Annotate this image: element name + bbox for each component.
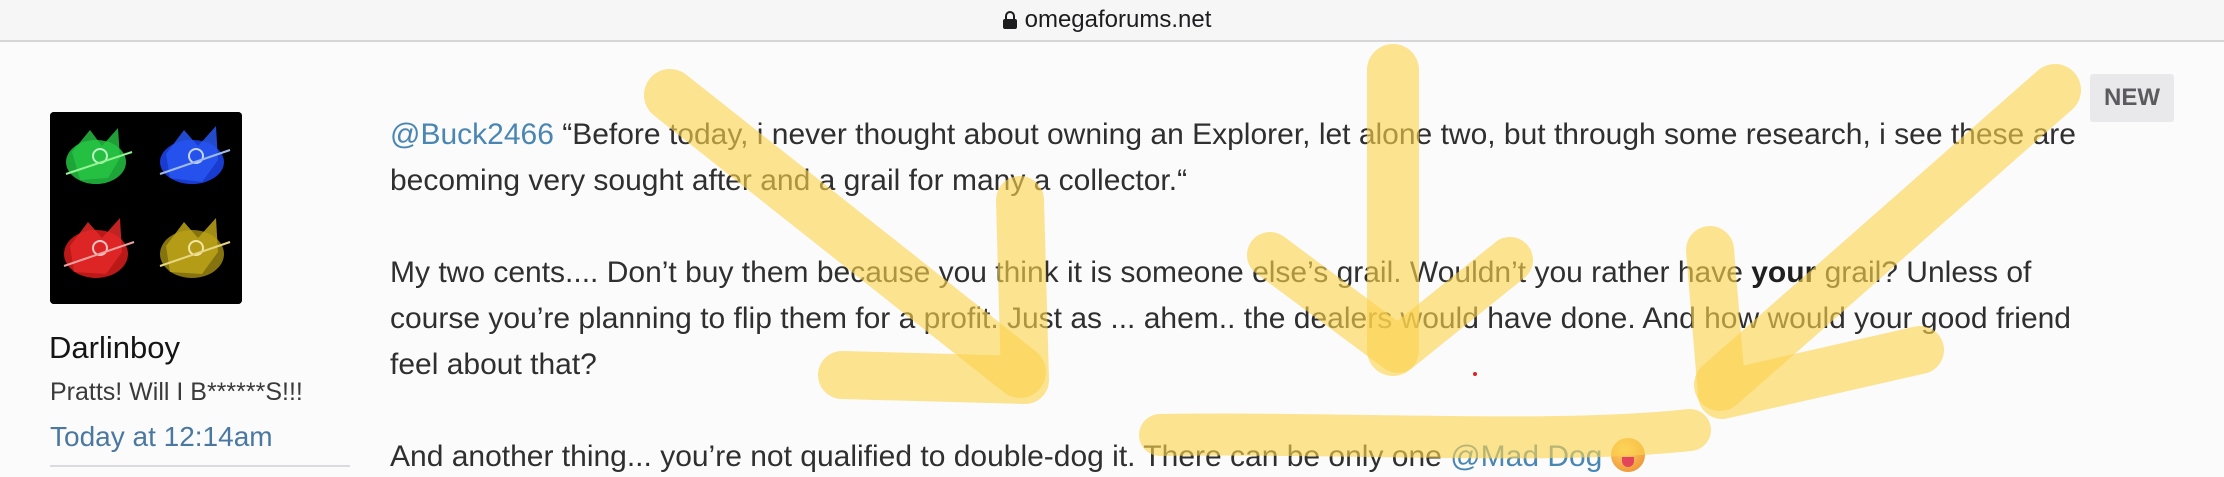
new-badge: NEW [2090,74,2174,122]
message-paragraph: And another thing... you’re not qualifie… [390,434,2090,477]
lock-icon [1002,11,1017,29]
forum-page: omegaforums.net Darlinboy Pratts! Will I… [0,0,2224,477]
message-paragraph: My two cents.... Don’t buy them because … [390,250,2090,388]
user-mention-link[interactable]: @Buck2466 [390,118,554,151]
bold-text: your [1751,256,1817,289]
browser-address-bar[interactable]: omegaforums.net [0,0,2224,42]
red-dot [1473,372,1477,376]
username-link[interactable]: Darlinboy [49,330,180,366]
paragraph-text: My two cents.... Don’t buy them because … [390,256,1752,289]
avatar-image [50,112,242,304]
address-display[interactable]: omegaforums.net [1002,6,1212,34]
paragraph-text: And another thing... you’re not qualifie… [390,440,1451,473]
user-title: Pratts! Will I B******S!!! [50,378,303,406]
quote-text: “Before today, i never thought about own… [390,118,2076,197]
post-message: @Buck2466 “Before today, i never thought… [390,112,2090,477]
post-timestamp-link[interactable]: Today at 12:14am [50,421,273,453]
message-paragraph: @Buck2466 “Before today, i never thought… [390,112,2090,204]
user-mention-link[interactable]: @Mad Dog [1450,440,1602,473]
tongue-emoji-icon [1610,438,1645,472]
avatar[interactable] [50,112,242,304]
user-divider [50,465,350,467]
domain-text: omegaforums.net [1024,6,1212,33]
